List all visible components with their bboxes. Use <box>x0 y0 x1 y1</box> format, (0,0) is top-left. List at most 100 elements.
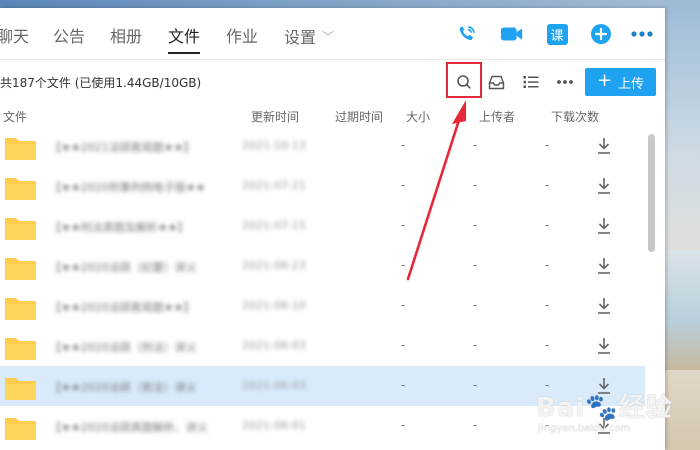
file-uploader: - <box>545 178 550 192</box>
file-expires: - <box>401 178 406 192</box>
tab-settings[interactable]: 设置 ﹀ <box>284 26 334 54</box>
file-size: - <box>473 298 478 312</box>
search-button[interactable] <box>450 68 478 96</box>
desktop-background-top <box>0 0 700 8</box>
course-badge: 课 <box>546 23 568 45</box>
inbox-button[interactable] <box>482 68 510 96</box>
file-size: - <box>473 378 478 392</box>
more-icon[interactable] <box>630 22 654 46</box>
download-icon[interactable] <box>596 137 612 155</box>
file-updated: 2021-07-21 <box>242 179 306 192</box>
course-icon[interactable]: 课 <box>545 22 569 46</box>
file-size: - <box>473 418 478 432</box>
file-uploader: - <box>545 258 550 272</box>
file-expires: - <box>401 298 406 312</box>
file-expires: - <box>401 218 406 232</box>
file-toolbar: 共187个文件 (已使用1.44GB/10GB) + 上传 <box>0 60 665 104</box>
file-row[interactable]: 【★★2020刑事判例电子版★★ 2021-07-21 - - - <box>0 166 645 206</box>
file-updated: 2021-10-13 <box>242 139 306 152</box>
file-expires: - <box>401 138 406 152</box>
column-header-expires[interactable]: 过期时间 <box>335 108 383 125</box>
file-name: 【★★2020法硕（宪法）讲义 <box>50 381 197 394</box>
more-icon <box>557 80 573 84</box>
folder-icon <box>5 258 36 280</box>
download-icon[interactable] <box>596 257 612 275</box>
file-name: 【★★2020法硕（纪要）讲义 <box>50 261 197 274</box>
file-row[interactable]: 【★★2021法硕客观题★★】 2021-10-13 - - - <box>0 126 645 166</box>
file-row[interactable]: 【★★2020法硕真题解析、讲义 2021-06-01 - - - <box>0 406 645 446</box>
file-table-header: 文件 更新时间 过期时间 大小 上传者 下载次数 <box>0 104 645 126</box>
tab-album[interactable]: 相册 <box>110 26 142 54</box>
storage-summary: 共187个文件 (已使用1.44GB/10GB) <box>0 76 202 90</box>
tab-chat[interactable]: 聊天 <box>0 26 29 54</box>
file-uploader: - <box>545 218 550 232</box>
file-uploader: - <box>545 418 550 432</box>
file-updated: 2021-07-15 <box>242 219 306 232</box>
file-expires: - <box>401 378 406 392</box>
column-header-uploader[interactable]: 上传者 <box>479 108 515 125</box>
file-row[interactable]: 【★★2020法硕（纪要）讲义 2021-06-23 - - - <box>0 246 645 286</box>
group-file-window: 聊天 公告 相册 文件 作业 设置 ﹀ 课 共187个文件 (已使用1.44GB… <box>0 8 665 450</box>
folder-icon <box>5 178 36 200</box>
column-header-updated[interactable]: 更新时间 <box>251 108 299 125</box>
search-icon <box>457 75 471 89</box>
download-icon[interactable] <box>596 177 612 195</box>
file-name: 【★★2021法硕客观题★★】 <box>50 141 195 154</box>
folder-icon <box>5 418 36 440</box>
file-uploader: - <box>545 298 550 312</box>
file-updated: 2021-06-03 <box>242 379 306 392</box>
plus-icon: + <box>596 70 613 91</box>
column-header-file[interactable]: 文件 <box>3 108 27 125</box>
file-name: 【★★2020刑事判例电子版★★ <box>50 181 206 194</box>
file-expires: - <box>401 338 406 352</box>
column-header-downloads[interactable]: 下载次数 <box>551 108 599 125</box>
list-icon <box>523 76 539 88</box>
desktop-background-sea <box>664 250 700 370</box>
file-expires: - <box>401 418 406 432</box>
phone-icon[interactable] <box>455 22 479 46</box>
file-list-scrollbar[interactable] <box>648 134 655 252</box>
file-name: 【★★2020法硕（刑法）讲义 <box>50 341 197 354</box>
folder-icon <box>5 218 36 240</box>
file-size: - <box>473 138 478 152</box>
file-name: 【★★刑法真题及解析★★】 <box>50 221 189 234</box>
tab-settings-label: 设置 <box>284 28 317 47</box>
file-uploader: - <box>545 138 550 152</box>
file-updated: 2021-06-01 <box>242 419 306 432</box>
tab-homework[interactable]: 作业 <box>226 26 258 54</box>
file-row[interactable]: 【★★2020法硕客观题★★】 2021-06-10 - - - <box>0 286 645 326</box>
inbox-icon <box>488 75 504 89</box>
file-row[interactable]: 【★★2020法硕（刑法）讲义 2021-06-03 - - - <box>0 326 645 366</box>
plus-circle-icon[interactable] <box>589 22 613 46</box>
file-size: - <box>473 218 478 232</box>
download-icon[interactable] <box>596 297 612 315</box>
upload-button[interactable]: + 上传 <box>585 68 656 96</box>
video-icon[interactable] <box>500 22 524 46</box>
file-name: 【★★2020法硕真题解析、讲义 <box>50 421 208 434</box>
column-header-size[interactable]: 大小 <box>406 108 430 125</box>
download-icon[interactable] <box>596 417 612 435</box>
desktop-background-right <box>664 0 700 450</box>
file-updated: 2021-06-10 <box>242 299 306 312</box>
download-icon[interactable] <box>596 337 612 355</box>
tab-announcements[interactable]: 公告 <box>53 26 85 54</box>
folder-icon <box>5 378 36 400</box>
file-uploader: - <box>545 378 550 392</box>
file-size: - <box>473 338 478 352</box>
file-list: 【★★2021法硕客观题★★】 2021-10-13 - - - 【★★2020… <box>0 126 645 450</box>
download-icon[interactable] <box>596 377 612 395</box>
file-uploader: - <box>545 338 550 352</box>
file-name: 【★★2020法硕客观题★★】 <box>50 301 195 314</box>
tab-bar: 聊天 公告 相册 文件 作业 设置 ﹀ 课 <box>0 8 665 60</box>
folder-icon <box>5 138 36 160</box>
tab-files[interactable]: 文件 <box>168 26 201 54</box>
toolbar-more-button[interactable] <box>551 68 579 96</box>
download-icon[interactable] <box>596 217 612 235</box>
file-row-selected[interactable]: 【★★2020法硕（宪法）讲义 2021-06-03 - - - <box>0 366 645 406</box>
chevron-down-icon: ﹀ <box>322 30 335 44</box>
file-size: - <box>473 258 478 272</box>
list-view-button[interactable] <box>517 68 545 96</box>
file-row[interactable]: 【★★刑法真题及解析★★】 2021-07-15 - - - <box>0 206 645 246</box>
file-size: - <box>473 178 478 192</box>
file-expires: - <box>401 258 406 272</box>
